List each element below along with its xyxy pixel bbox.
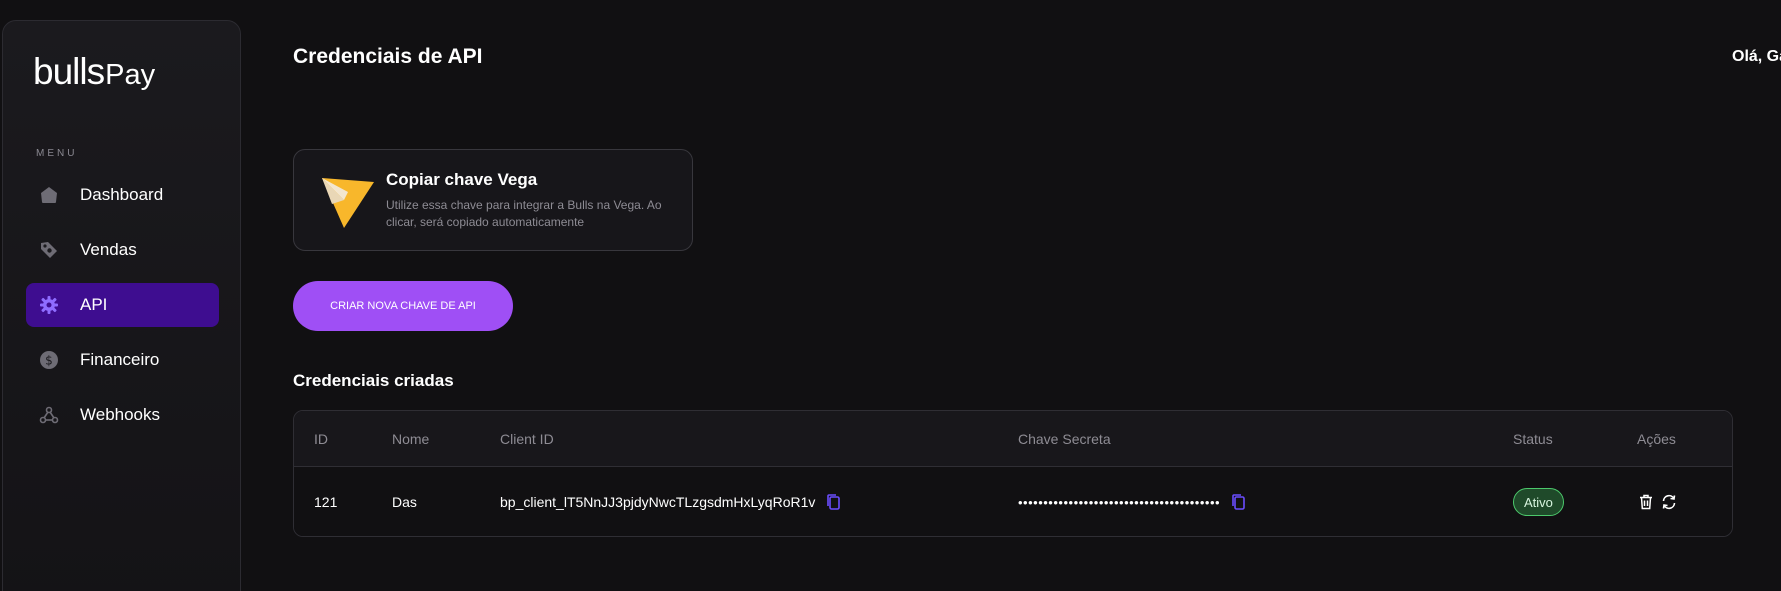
- sidebar-item-financeiro[interactable]: $ Financeiro: [26, 338, 219, 382]
- vega-card-text: Copiar chave Vega Utilize essa chave par…: [386, 170, 676, 231]
- copy-secret-icon[interactable]: [1230, 493, 1248, 511]
- home-icon: [38, 184, 60, 206]
- column-header-client-id: Client ID: [500, 430, 554, 447]
- trash-icon[interactable]: [1637, 493, 1655, 511]
- cell-actions: [1637, 467, 1683, 536]
- logo-text-pay: Pay: [105, 59, 156, 91]
- copy-client-id-icon[interactable]: [825, 493, 843, 511]
- table-row: 121 Das bp_client_lT5NnJJ3pjdyNwcTLzgsdm…: [294, 467, 1732, 536]
- sidebar: bulls Pay MENU Dashboard Vendas API $ Fi…: [2, 20, 241, 591]
- cell-name: Das: [392, 494, 417, 510]
- status-badge: Ativo: [1513, 488, 1564, 516]
- column-header-secret: Chave Secreta: [1018, 430, 1111, 447]
- table-header-row: ID Nome Client ID Chave Secreta Status A…: [294, 411, 1732, 467]
- cell-id: 121: [314, 494, 338, 510]
- page-title: Credenciais de API: [293, 45, 483, 68]
- sidebar-nav: Dashboard Vendas API $ Financeiro Webhoo…: [26, 173, 219, 448]
- column-header-nome: Nome: [392, 430, 430, 447]
- sidebar-item-label: Vendas: [80, 240, 137, 259]
- user-greeting[interactable]: Olá, Ga: [1732, 48, 1781, 66]
- svg-text:$: $: [45, 354, 53, 368]
- column-header-status: Status: [1513, 430, 1553, 447]
- copy-vega-key-card[interactable]: Copiar chave Vega Utilize essa chave par…: [293, 149, 693, 251]
- credentials-section-title: Credenciais criadas: [293, 371, 454, 390]
- tag-icon: [38, 239, 60, 261]
- create-api-key-button[interactable]: CRIAR NOVA CHAVE DE API: [293, 281, 513, 331]
- secret-masked-value: ••••••••••••••••••••••••••••••••••••••••: [1018, 494, 1221, 510]
- cell-secret: ••••••••••••••••••••••••••••••••••••••••: [1018, 467, 1248, 536]
- cell-status: Ativo: [1513, 467, 1564, 536]
- sidebar-item-api[interactable]: API: [26, 283, 219, 327]
- credentials-table: ID Nome Client ID Chave Secreta Status A…: [293, 410, 1733, 537]
- cell-client-id: bp_client_lT5NnJJ3pjdyNwcTLzgsdmHxLyqRoR…: [500, 467, 843, 536]
- sidebar-item-label: API: [80, 295, 108, 314]
- client-id-value: bp_client_lT5NnJJ3pjdyNwcTLzgsdmHxLyqRoR…: [500, 494, 816, 510]
- sidebar-item-vendas[interactable]: Vendas: [26, 228, 219, 272]
- brand-logo[interactable]: bulls Pay: [33, 51, 155, 93]
- sidebar-item-label: Webhooks: [80, 405, 161, 424]
- column-header-id: ID: [314, 430, 328, 447]
- sidebar-item-label: Dashboard: [80, 185, 164, 204]
- app-root: bulls Pay MENU Dashboard Vendas API $ Fi…: [0, 0, 1781, 591]
- logo-text-bulls: bulls: [33, 51, 105, 92]
- vega-logo-icon: [322, 178, 374, 228]
- refresh-icon[interactable]: [1660, 493, 1678, 511]
- sidebar-item-dashboard[interactable]: Dashboard: [26, 173, 219, 217]
- column-header-actions: Ações: [1637, 430, 1676, 447]
- sidebar-item-label: Financeiro: [80, 350, 160, 369]
- vega-card-description: Utilize essa chave para integrar a Bulls…: [386, 197, 662, 229]
- vega-card-title: Copiar chave Vega: [386, 169, 538, 189]
- webhook-icon: [38, 404, 60, 426]
- dollar-icon: $: [38, 349, 60, 371]
- menu-section-label: MENU: [36, 148, 78, 159]
- gear-icon: [38, 294, 60, 316]
- sidebar-item-webhooks[interactable]: Webhooks: [26, 393, 219, 437]
